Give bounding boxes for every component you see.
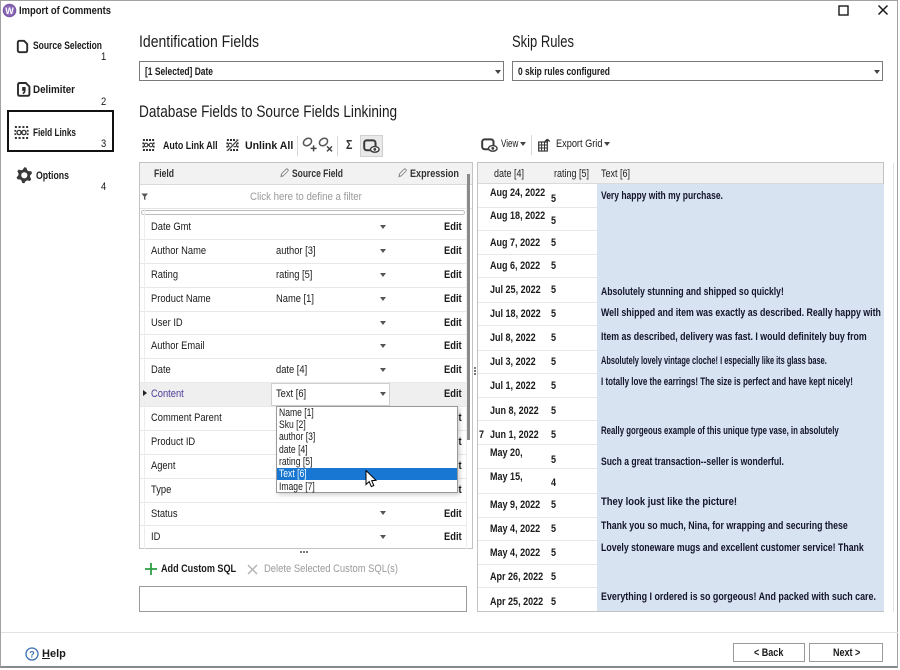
svg-text:W: W — [5, 6, 14, 16]
svg-text:?: ? — [29, 649, 35, 659]
